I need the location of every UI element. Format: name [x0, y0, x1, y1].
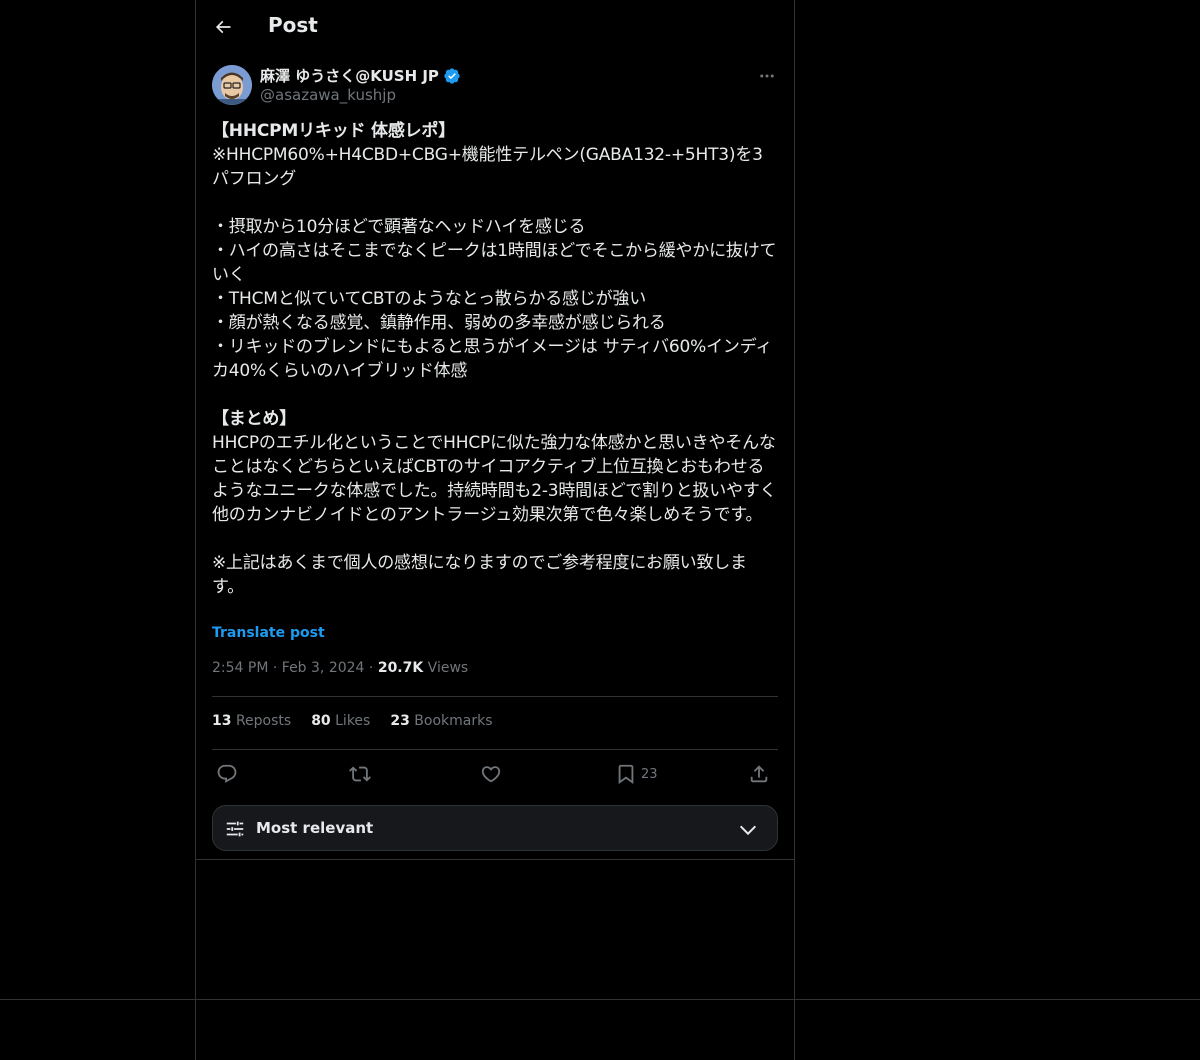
post-body: 【HHCPMリキッド 体感レポ】 ※HHCPM60%+H4CBD+CBG+機能性テ… [212, 119, 778, 599]
repost-icon [349, 766, 371, 782]
share-icon [750, 765, 768, 783]
reply-icon [217, 764, 237, 783]
page: Post 麻澤 ゆうさく@KUSH JP @asazawa_kushjp 【HH… [0, 0, 1200, 1060]
post-title: 【HHCPMリキッド 体感レポ】 [212, 121, 456, 141]
bookmark-button[interactable]: 23 [615, 762, 658, 786]
summary-text: HHCPのエチル化ということでHHCPに似た強力な体感かと思いきやそんなことはな… [212, 433, 777, 525]
translate-post-link[interactable]: Translate post [212, 625, 325, 641]
bottom-divider [0, 999, 1200, 1000]
page-title: Post [268, 13, 318, 37]
post-date[interactable]: Feb 3, 2024 [282, 660, 365, 676]
action-bar: 23 [212, 760, 778, 788]
summary-title: 【まとめ】 [212, 409, 296, 429]
meta-separator: · [272, 660, 278, 676]
author-handle[interactable]: @asazawa_kushjp [260, 86, 396, 104]
post-meta: 2:54 PM · Feb 3, 2024 · 20.7K Views [212, 660, 468, 676]
bookmark-icon [618, 764, 634, 785]
verified-badge-icon [444, 67, 460, 84]
back-button[interactable] [206, 10, 240, 44]
divider [212, 696, 778, 697]
repost-button[interactable] [349, 762, 371, 786]
like-button[interactable] [480, 762, 502, 786]
reposts-stat[interactable]: 13 Reposts [212, 713, 291, 729]
avatar[interactable] [212, 65, 252, 105]
share-button[interactable] [748, 762, 770, 786]
author-name[interactable]: 麻澤 ゆうさく@KUSH JP [260, 65, 461, 86]
post-header: Post [196, 0, 794, 53]
reply-sort-dropdown[interactable]: Most relevant [212, 805, 778, 851]
avatar-illustration [212, 65, 252, 105]
post-intro: ※HHCPM60%+H4CBD+CBG+機能性テルペン(GABA132-+5HT… [212, 145, 763, 189]
divider [212, 749, 778, 750]
meta-separator: · [368, 660, 374, 676]
author-block: 麻澤 ゆうさく@KUSH JP @asazawa_kushjp [212, 65, 778, 109]
views-label: Views [427, 660, 469, 676]
filter-sliders-icon [226, 821, 244, 837]
post-time[interactable]: 2:54 PM [212, 660, 268, 676]
post-note: ※上記はあくまで個人の感想になりますのでご参考程度にお願い致します。 [212, 553, 747, 597]
arrow-left-icon [215, 20, 231, 34]
bookmarks-stat[interactable]: 23 Bookmarks [390, 713, 492, 729]
sort-label: Most relevant [256, 819, 374, 837]
likes-stat[interactable]: 80 Likes [311, 713, 370, 729]
bookmark-count: 23 [641, 766, 658, 782]
reply-button[interactable] [216, 762, 238, 786]
post-column: Post 麻澤 ゆうさく@KUSH JP @asazawa_kushjp 【HH… [196, 0, 794, 860]
post-bullets: ・摂取から10分ほどで顕著なヘッドハイを感じる ・ハイの高さはそこまでなくピーク… [212, 217, 777, 381]
more-dots-icon [760, 74, 774, 78]
more-options-button[interactable] [756, 65, 778, 87]
engagement-stats: 13 Reposts 80 Likes 23 Bookmarks [212, 713, 493, 729]
right-divider [794, 0, 795, 1060]
chevron-down-icon [739, 825, 757, 836]
author-display-name: 麻澤 ゆうさく@KUSH JP [260, 67, 439, 85]
views-count: 20.7K [377, 660, 424, 676]
like-icon [481, 766, 501, 783]
